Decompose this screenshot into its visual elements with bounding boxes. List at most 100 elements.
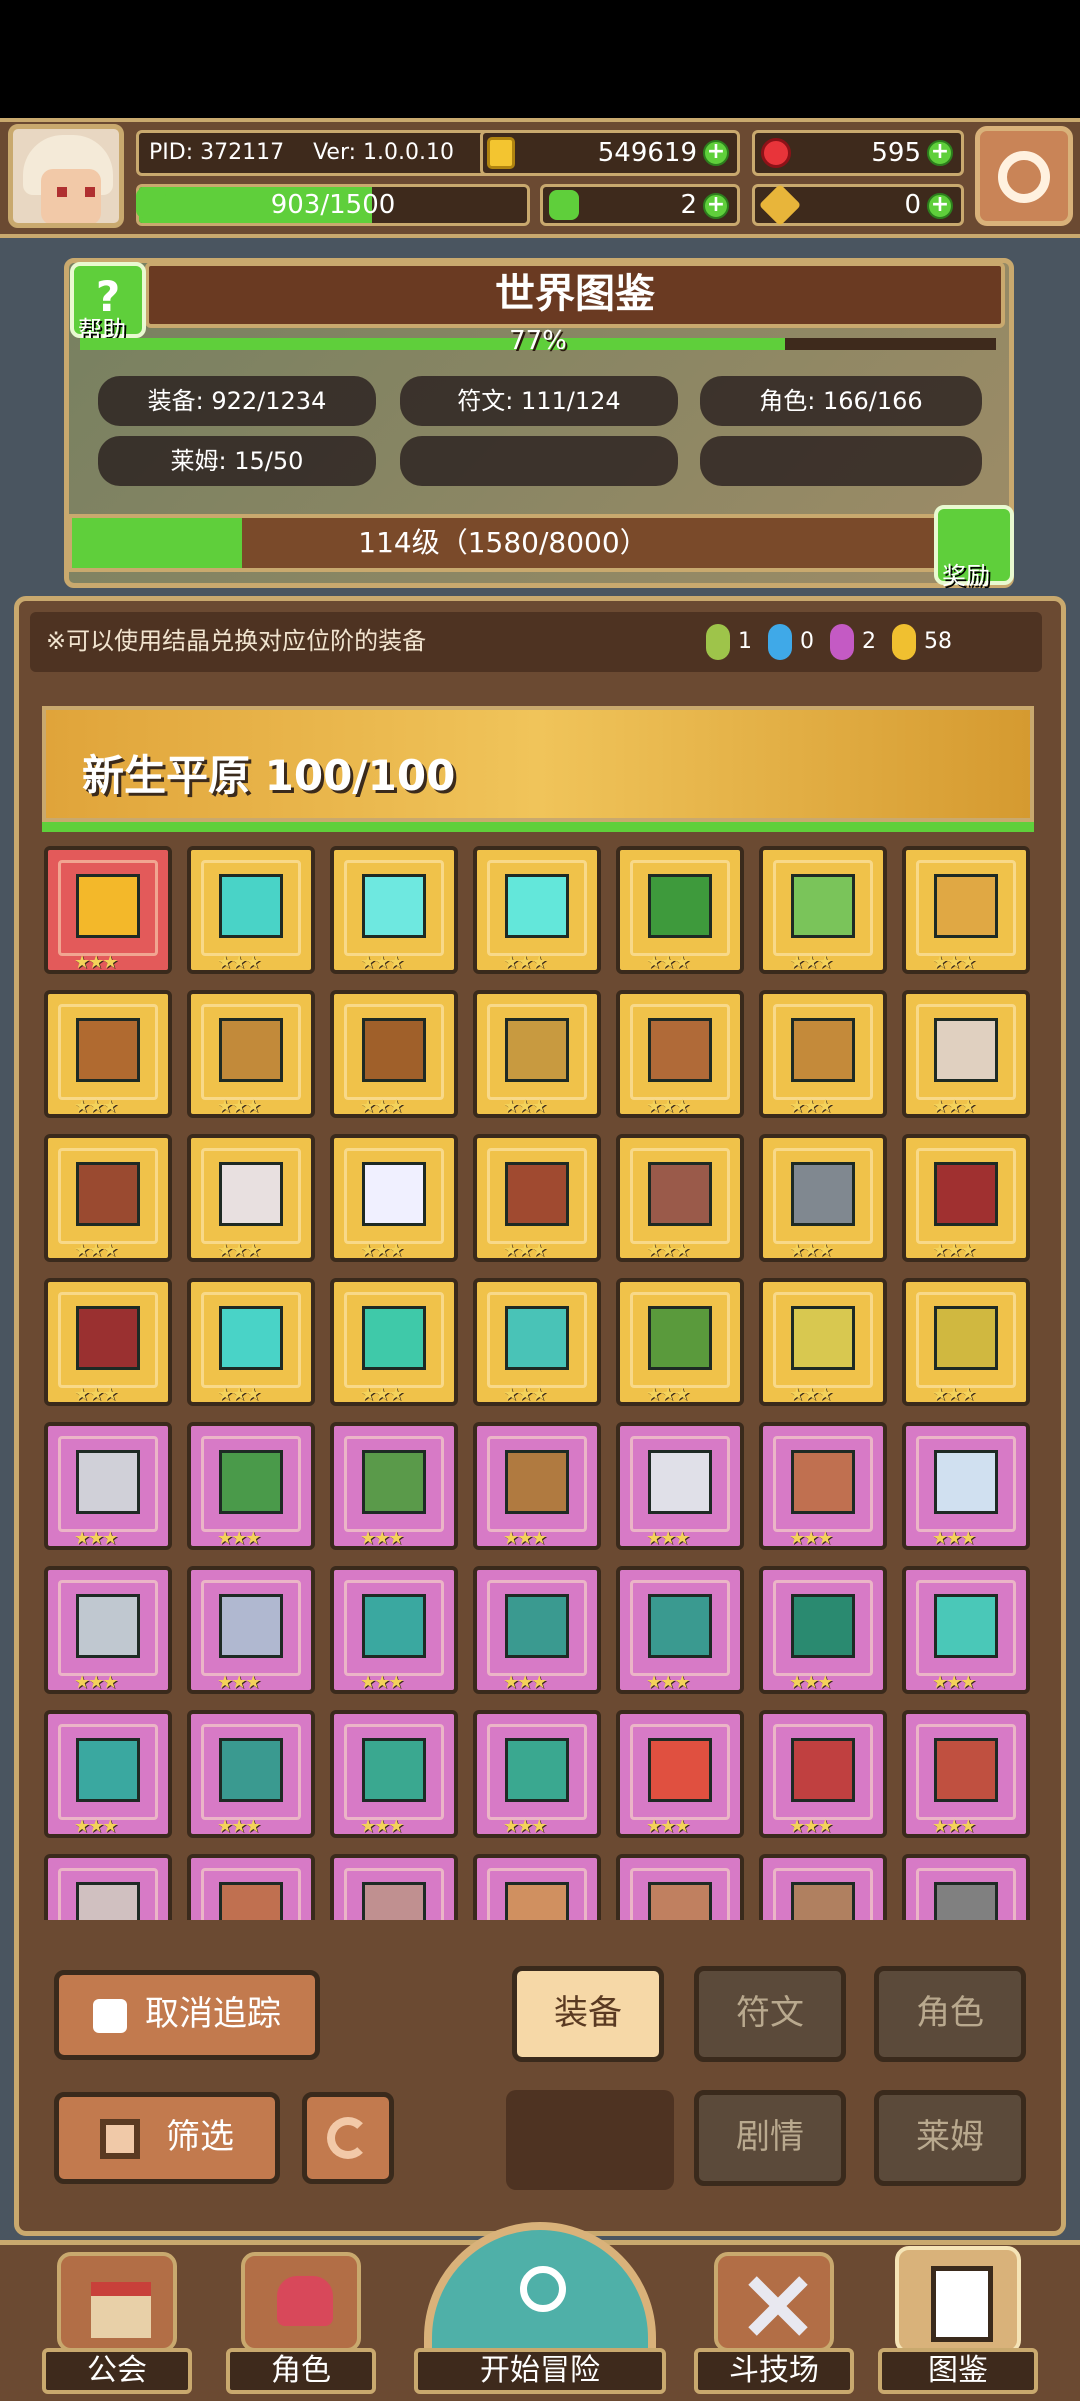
filter-label: 筛选 [166,2117,234,2157]
thumb-icon [93,1998,127,2033]
region-banner[interactable]: 新生平原 100/100 [42,706,1034,822]
equipment-slot[interactable]: ★★★ [187,1854,315,1920]
equipment-item-icon [76,1306,140,1370]
equipment-item-icon [505,874,569,938]
codex-title: 世界图鉴 [145,262,1005,328]
equipment-slot[interactable]: ★★★ [616,1134,744,1262]
equipment-slot[interactable]: ★★★ [187,1710,315,1838]
equipment-slot[interactable]: ★★★ [759,990,887,1118]
equipment-slot[interactable]: ★★★ [759,1422,887,1550]
nav-role[interactable]: 角色 [226,2252,376,2394]
equipment-slot[interactable]: ★★★ [759,1710,887,1838]
equipment-slot[interactable]: ★★★ [330,990,458,1118]
add-gold-icon[interactable]: + [703,140,729,166]
stat-slime: 莱姆: 15/50 [98,436,376,486]
equipment-slot[interactable]: ★★★ [473,1854,601,1920]
energy-text: 903/1500 [270,190,396,220]
equipment-slot[interactable]: ★★★ [759,1566,887,1694]
equipment-slot[interactable]: ★★★ [902,990,1030,1118]
clover-box: 2 + [540,184,740,226]
equipment-item-icon [219,1018,283,1082]
equipment-slot[interactable]: ★★★ [187,846,315,974]
equipment-slot[interactable]: ★★★ [616,1422,744,1550]
equipment-slot[interactable]: ★★★ [759,1278,887,1406]
add-key-icon[interactable]: + [927,193,953,219]
equipment-slot[interactable]: ★★★ [616,1854,744,1920]
nav-codex[interactable]: 图鉴 [878,2246,1038,2394]
star-rating: ★★★ [360,1384,404,1405]
equipment-slot[interactable]: ★★★ [616,846,744,974]
equipment-slot[interactable]: ★★★ [330,1566,458,1694]
tab-slime[interactable]: 莱姆 [874,2090,1026,2186]
reset-filter-button[interactable] [302,2092,394,2184]
equipment-item-icon [648,1306,712,1370]
stat-role: 角色: 166/166 [700,376,982,426]
equipment-slot[interactable]: ★★★ [330,1710,458,1838]
equipment-slot[interactable]: ★★★ [330,1134,458,1262]
equipment-slot[interactable]: ★★★ [187,1134,315,1262]
equipment-item-icon [791,1018,855,1082]
equipment-slot[interactable]: ★★★ [473,1134,601,1262]
equipment-slot[interactable]: ★★★ [44,990,172,1118]
equipment-slot[interactable]: ★★★ [330,1854,458,1920]
filter-button[interactable]: 筛选 [54,2092,280,2184]
add-gem-icon[interactable]: + [927,140,953,166]
stat-empty [400,436,678,486]
settings-gear-icon[interactable] [975,126,1073,226]
equipment-slot[interactable]: ★★★ [44,1134,172,1262]
equipment-slot[interactable]: ★★★ [473,846,601,974]
equipment-slot[interactable]: ★★★ [902,1422,1030,1550]
equipment-item-icon [791,1450,855,1514]
nav-codex-label: 图鉴 [878,2348,1038,2394]
equipment-slot[interactable]: ★★★ [902,1134,1030,1262]
equipment-slot[interactable]: ★★★ [44,1854,172,1920]
equipment-slot[interactable]: ★★★ [473,1710,601,1838]
equipment-slot[interactable]: ★★★ [759,1854,887,1920]
equipment-slot[interactable]: ★★★ [902,846,1030,974]
equipment-slot[interactable]: ★★★ [473,1422,601,1550]
star-rating: ★★★ [74,1528,118,1549]
tab-role[interactable]: 角色 [874,1966,1026,2062]
equipment-slot[interactable]: ★★★ [44,1422,172,1550]
equipment-slot[interactable]: ★★★ [473,1278,601,1406]
equipment-slot[interactable]: ★★★ [473,1566,601,1694]
equipment-slot[interactable]: ★★★ [44,1566,172,1694]
equipment-slot[interactable]: ★★★ [759,846,887,974]
equipment-slot[interactable]: ★★★ [187,1566,315,1694]
equipment-slot[interactable]: ★★★ [187,1278,315,1406]
equipment-slot[interactable]: ★★★ [759,1134,887,1262]
equipment-slot[interactable]: ★★★ [616,1710,744,1838]
cancel-tracking-button[interactable]: 取消追踪 [54,1970,320,2060]
add-clover-icon[interactable]: + [703,193,729,219]
equipment-slot[interactable]: ★★★ [902,1854,1030,1920]
equipment-slot[interactable]: ★★★ [902,1278,1030,1406]
equipment-slot[interactable]: ★★★ [616,1566,744,1694]
key-amount: 0 [904,190,921,220]
equipment-slot[interactable]: ★★★ [330,1422,458,1550]
equipment-slot[interactable]: ★★★ [616,1278,744,1406]
equipment-slot[interactable]: ★★★ [902,1710,1030,1838]
equipment-slot[interactable]: ★★★ [187,990,315,1118]
equipment-slot[interactable]: ★★★ [44,1710,172,1838]
region-progress-bar [42,822,1034,832]
equipment-slot[interactable]: ★★★ [330,846,458,974]
equipment-slot[interactable]: ★★★ [44,1278,172,1406]
avatar-face [41,169,101,223]
equipment-item-icon [505,1882,569,1920]
nav-arena[interactable]: 斗技场 [694,2252,854,2394]
tab-equipment[interactable]: 装备 [512,1966,664,2062]
tab-rune[interactable]: 符文 [694,1966,846,2062]
nav-adventure[interactable]: 开始冒险 [414,2222,666,2394]
crystal-icon [892,624,916,660]
equipment-slot[interactable]: ★★★ [330,1278,458,1406]
equipment-slot[interactable]: ★★★ [473,990,601,1118]
equipment-item-icon [362,1882,426,1920]
player-avatar[interactable] [8,124,124,228]
equipment-item-icon [76,1738,140,1802]
nav-guild[interactable]: 公会 [42,2252,192,2394]
equipment-slot[interactable]: ★★★ [902,1566,1030,1694]
tab-story[interactable]: 剧情 [694,2090,846,2186]
equipment-slot[interactable]: ★★★ [187,1422,315,1550]
equipment-slot[interactable]: ★★★ [44,846,172,974]
equipment-slot[interactable]: ★★★ [616,990,744,1118]
